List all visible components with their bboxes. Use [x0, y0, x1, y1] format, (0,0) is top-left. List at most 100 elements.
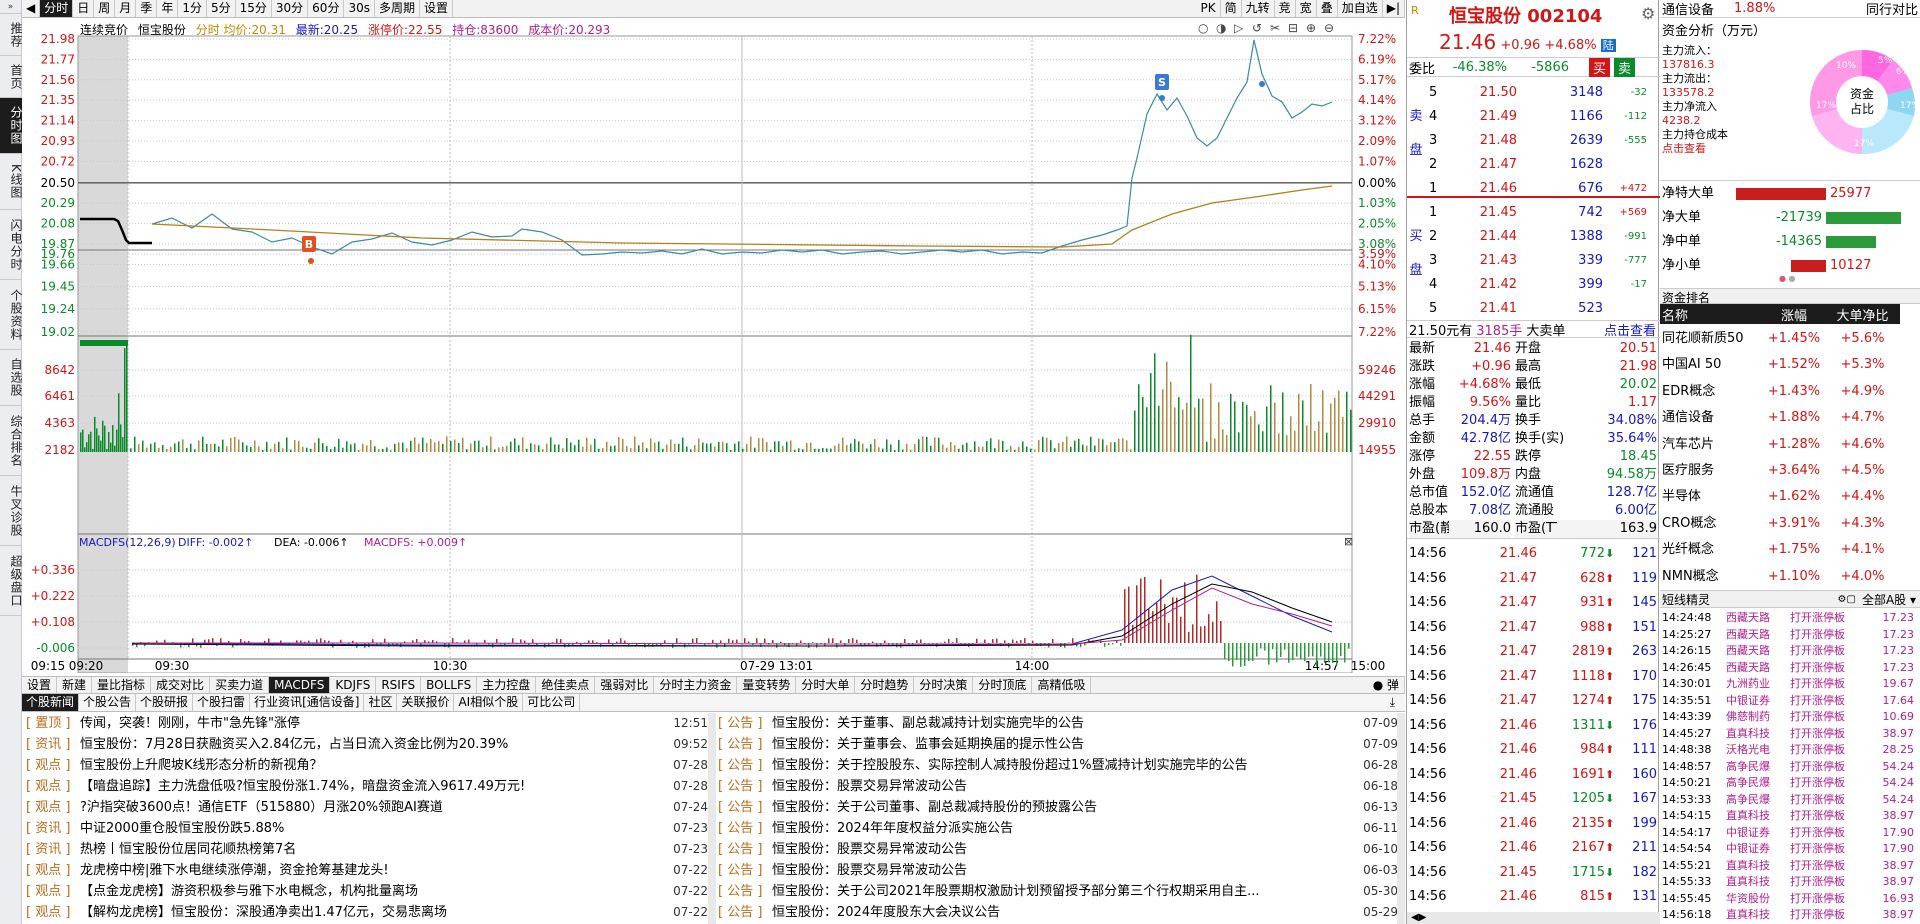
indicator-tab-14[interactable]: 分时大单	[796, 677, 856, 693]
rank-header-pct[interactable]: 涨幅	[1763, 305, 1825, 324]
news-tab-0[interactable]: 个股新闻	[22, 694, 80, 711]
news-title[interactable]: 恒宝股份：关于控股股东、实际控制人减持股份超过1%暨减持计划实施完毕的公告	[772, 755, 1350, 776]
sector-name[interactable]: 通信设备	[1660, 0, 1714, 18]
news-item[interactable]: [ 资讯 ] 中证2000重仓股恒宝股份跌5.88% 07-23	[26, 818, 708, 839]
period-tab-9[interactable]: 30分	[272, 0, 309, 17]
period-tab-11[interactable]: 30s	[344, 0, 375, 17]
buy-order-row[interactable]: 3 21.43 339 -777	[1407, 248, 1660, 272]
period-tab-3[interactable]: 月	[115, 0, 137, 17]
chart-tool-icon[interactable]: ↺	[1252, 21, 1262, 35]
announcement-scrollbar[interactable]	[1397, 713, 1405, 924]
toolbar-right-6[interactable]: 加自选	[1338, 0, 1383, 17]
rank-header-net[interactable]: 大单净比	[1825, 305, 1900, 324]
toolbar-right-5[interactable]: 叠	[1317, 0, 1338, 17]
nav-item-9[interactable]: 超级盘口	[0, 546, 23, 616]
nav-item-2[interactable]: 分时图	[0, 98, 23, 154]
news-title[interactable]: 热榜丨恒宝股份位居同花顺热榜第7名	[80, 839, 660, 860]
news-title[interactable]: 恒宝股份：2024年年度权益分派实施公告	[772, 818, 1350, 839]
period-tab-7[interactable]: 5分	[207, 0, 236, 17]
period-tab-0[interactable]: 分时	[40, 0, 74, 17]
news-title[interactable]: 中证2000重仓股恒宝股份跌5.88%	[80, 818, 660, 839]
indicator-tab-17[interactable]: 分时顶底	[973, 677, 1033, 693]
rank-row[interactable]: 同花顺新质50 +1.45% +5.6%	[1660, 326, 1920, 352]
buy-order-row[interactable]: 4 21.42 399 -17	[1407, 272, 1660, 296]
rank-row[interactable]: CRO概念 +3.91% +4.3%	[1660, 511, 1920, 537]
short-row[interactable]: 14:55:33 直真科技 打开涨停板 38.97	[1660, 874, 1920, 890]
buy-button[interactable]: 买	[1589, 57, 1611, 77]
news-tab-3[interactable]: 个股扫雷	[193, 694, 251, 711]
short-row[interactable]: 14:50:21 高争民爆 打开涨停板 54.24	[1660, 775, 1920, 791]
short-row[interactable]: 14:48:57 高争民爆 打开涨停板 54.24	[1660, 759, 1920, 775]
sell-order-row[interactable]: 4 21.49 1166 -112	[1407, 104, 1660, 128]
short-row[interactable]: 14:24:48 西藏天路 打开涨停板 17.23	[1660, 610, 1920, 626]
chart-tool-icon[interactable]: ▷	[1234, 21, 1244, 35]
short-row[interactable]: 14:48:38 沃格光电 打开涨停板 28.25	[1660, 742, 1920, 758]
period-tab-1[interactable]: 日	[73, 0, 95, 17]
news-title[interactable]: 恒宝股份：关于董事、副总裁减持计划实施完毕的公告	[772, 713, 1350, 734]
indicator-tab-18[interactable]: 高精低吸	[1032, 677, 1092, 693]
indicator-tab-9[interactable]: 主力控盘	[477, 677, 537, 693]
short-row[interactable]: 14:55:45 华资股份 打开涨停板 16.93	[1660, 891, 1920, 907]
news-title[interactable]: 恒宝股份上升爬坡K线形态分析的新视角？	[80, 755, 660, 776]
toolbar-right-1[interactable]: 简	[1221, 0, 1242, 17]
ticks-scrollbar[interactable]: ◀▶	[1407, 912, 1660, 924]
rank-row[interactable]: 光纤概念 +1.75% +4.1%	[1660, 537, 1920, 563]
rank-row[interactable]: NMN概念 +1.10% +4.0%	[1660, 564, 1920, 590]
news-tab-4[interactable]: 行业资讯[通信设备]	[250, 694, 365, 711]
news-tab-2[interactable]: 个股研报	[136, 694, 194, 711]
indicator-tab-8[interactable]: BOLLFS	[421, 677, 478, 693]
toggle-icon[interactable]: ● 弹	[1368, 677, 1405, 693]
short-row[interactable]: 14:56:18 直真科技 打开涨停板 38.97	[1660, 907, 1920, 923]
short-row[interactable]: 14:54:54 中银证券 打开涨停板 17.90	[1660, 841, 1920, 857]
announcement-item[interactable]: [ 公告 ] 恒宝股份：股票交易异常波动公告 06-10	[718, 839, 1398, 860]
announcement-item[interactable]: [ 公告 ] 恒宝股份：2024年年度权益分派实施公告 06-11	[718, 818, 1398, 839]
buy-order-row[interactable]: 5 21.41 523	[1407, 296, 1660, 320]
announcement-item[interactable]: [ 公告 ] 恒宝股份：关于公司2021年股票期权激励计划预留授予部分第三个行权期…	[718, 881, 1398, 902]
indicator-tab-11[interactable]: 强弱对比	[595, 677, 655, 693]
nav-item-1[interactable]: 首页	[0, 56, 23, 98]
rank-header-name[interactable]: 名称	[1660, 305, 1763, 324]
short-row[interactable]: 14:30:01 九洲药业 打开涨停板 19.67	[1660, 676, 1920, 692]
news-tab-5[interactable]: 社区	[364, 694, 398, 711]
download-icon[interactable]: ⤓	[1380, 695, 1405, 710]
indicator-tab-1[interactable]: 新建	[57, 677, 93, 693]
short-row[interactable]: 14:55:21 直真科技 打开涨停板 38.97	[1660, 858, 1920, 874]
chart-tool-icon[interactable]: ⊕	[1306, 21, 1316, 35]
news-tab-6[interactable]: 关联报价	[397, 694, 455, 711]
period-tab-6[interactable]: 1分	[178, 0, 207, 17]
rank-row[interactable]: 汽车芯片 +1.28% +4.6%	[1660, 432, 1920, 458]
news-item[interactable]: [ 观点 ] 龙虎榜中榜|雅下水电继续涨停潮，资金抢筹基建龙头! 07-22	[26, 860, 708, 881]
peer-compare-link[interactable]: 同行对比	[1866, 0, 1918, 18]
news-tab-1[interactable]: 个股公告	[79, 694, 137, 711]
nav-item-0[interactable]: 推荐	[0, 14, 23, 56]
announcement-item[interactable]: [ 公告 ] 恒宝股份：关于公司董事、副总裁减持股份的预披露公告 06-13	[718, 797, 1398, 818]
news-item[interactable]: [ 观点 ] 【暗盘追踪】主力洗盘低吸?恒宝股份涨1.74%，暗盘资金流入9617…	[26, 776, 708, 797]
sell-order-row[interactable]: 2 21.47 1628	[1407, 152, 1660, 176]
indicator-tab-10[interactable]: 绝佳卖点	[536, 677, 596, 693]
news-title[interactable]: 龙虎榜中榜|雅下水电继续涨停潮，资金抢筹基建龙头!	[80, 860, 660, 881]
chart-tool-icon[interactable]: ○	[1198, 21, 1208, 35]
toolbar-right-3[interactable]: 竞	[1275, 0, 1296, 17]
page-dots[interactable]: ● ●	[1779, 274, 1796, 283]
toolbar-right-0[interactable]: PK	[1197, 0, 1221, 17]
period-tab-4[interactable]: 季	[136, 0, 158, 17]
indicator-tab-3[interactable]: 成交对比	[151, 677, 211, 693]
indicator-tab-0[interactable]: 设置	[22, 677, 58, 693]
toolbar-right-2[interactable]: 九转	[1242, 0, 1275, 17]
toolbar-more-arrow-icon[interactable]: ▶|	[1383, 0, 1405, 17]
announcement-item[interactable]: [ 公告 ] 恒宝股份：关于控股股东、实际控制人减持股份超过1%暨减持计划实施完毕…	[718, 755, 1398, 776]
news-title[interactable]: 恒宝股份：股票交易异常波动公告	[772, 839, 1350, 860]
indicator-tab-15[interactable]: 分时趋势	[855, 677, 915, 693]
short-row[interactable]: 14:26:45 西藏天路 打开涨停板 17.23	[1660, 660, 1920, 676]
nav-item-7[interactable]: 综合排名	[0, 406, 23, 476]
indicator-tab-2[interactable]: 量比指标	[92, 677, 152, 693]
nav-item-3[interactable]: K线图	[0, 154, 23, 210]
short-row[interactable]: 14:54:15 直真科技 打开涨停板 38.97	[1660, 808, 1920, 824]
news-title[interactable]: 恒宝股份：2024年度股东大会决议公告	[772, 902, 1350, 923]
news-title[interactable]: 恒宝股份：7月28日获融资买入2.84亿元，占当日流入资金比例为20.39%	[80, 734, 660, 755]
news-item[interactable]: [ 资讯 ] 恒宝股份：7月28日获融资买入2.84亿元，占当日流入资金比例为20…	[26, 734, 708, 755]
collapse-arrow-icon[interactable]: »	[0, 0, 21, 14]
short-row[interactable]: 14:54:17 中银证券 打开涨停板 17.90	[1660, 825, 1920, 841]
toolbar-right-4[interactable]: 宽	[1296, 0, 1317, 17]
announcement-item[interactable]: [ 公告 ] 恒宝股份：股票交易异常波动公告 06-18	[718, 776, 1398, 797]
